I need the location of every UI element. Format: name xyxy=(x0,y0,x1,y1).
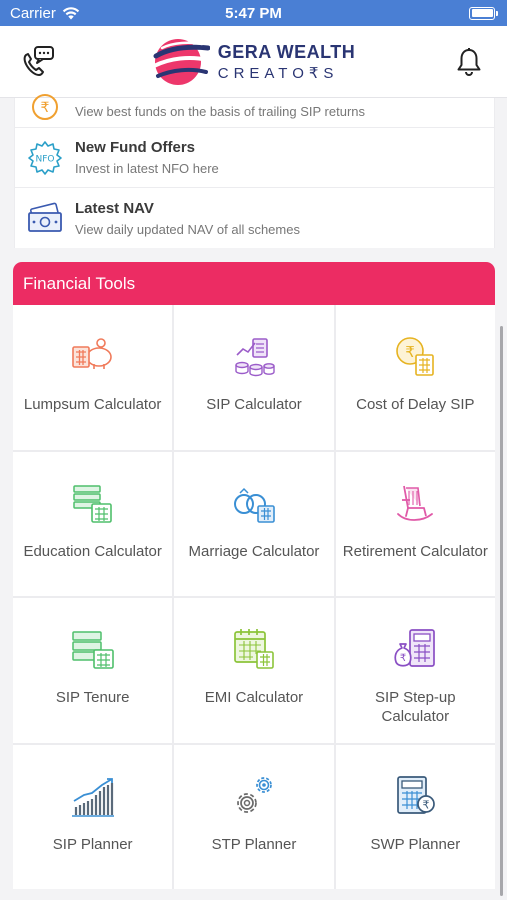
calendar-grid-calculator-icon xyxy=(234,629,274,669)
carrier-label: Carrier xyxy=(10,4,56,22)
list-item-title: New Fund Offers xyxy=(75,139,196,156)
list-item-title: Latest NAV xyxy=(75,199,154,217)
list-item-subtitle: View daily updated NAV of all schemes xyxy=(75,221,300,237)
svg-text:NFO: NFO xyxy=(36,154,55,164)
nfo-badge-icon: NFO xyxy=(28,140,62,175)
tool-label: SIP Calculator xyxy=(206,396,302,413)
rocking-chair-icon xyxy=(397,485,434,521)
tool-label: SIP Tenure xyxy=(55,689,130,706)
money-bag-calculator-icon: ₹ xyxy=(394,629,436,667)
book-calculator-icon xyxy=(72,484,112,523)
piggy-bank-calculator-icon xyxy=(71,338,112,369)
tool-sip-planner[interactable]: SIP Planner xyxy=(13,744,173,889)
svg-text:₹: ₹ xyxy=(423,798,430,811)
list-item-latest-nav[interactable]: Latest NAV View daily updated NAV of all… xyxy=(15,188,494,248)
tool-lumpsum-calculator[interactable]: Lumpsum Calculator xyxy=(13,305,173,450)
tool-retirement-calculator[interactable]: Retirement Calculator xyxy=(335,451,495,596)
calendar-calculator-icon xyxy=(71,631,114,669)
list-item-subtitle: View best funds on the basis of trailing… xyxy=(75,103,366,119)
tool-swp-planner[interactable]: ₹ SWP Planner xyxy=(335,744,495,889)
tool-label: Lumpsum Calculator xyxy=(23,396,162,413)
list-item-new-fund-offers[interactable]: NFO New Fund Offers Invest in latest NFO… xyxy=(15,128,494,188)
tool-label: STP Planner xyxy=(211,835,297,853)
gears-icon xyxy=(237,776,272,813)
calculator-rupee-icon: ₹ xyxy=(397,775,436,814)
list-item-top-funds[interactable]: ₹ View best funds on the basis of traili… xyxy=(15,70,494,128)
tool-label: EMI Calculator xyxy=(204,689,304,706)
tool-sip-step-up-calculator[interactable]: ₹ SIP Step-up Calculator xyxy=(335,598,495,743)
tool-sip-tenure[interactable]: SIP Tenure xyxy=(13,598,173,743)
cash-notes-icon xyxy=(28,202,62,232)
tool-label: Retirement Calculator xyxy=(342,542,488,560)
rupee-coin-icon: ₹ xyxy=(32,93,58,120)
growth-bars-icon xyxy=(71,777,114,817)
tool-label: Education Calculator xyxy=(23,542,162,560)
tool-cost-of-delay-sip[interactable]: ₹ Cost of Delay SIP xyxy=(335,305,495,450)
coins-chart-icon xyxy=(235,338,275,377)
tool-education-calculator[interactable]: Education Calculator xyxy=(13,451,173,596)
tool-label: SIP Planner xyxy=(52,835,133,853)
tool-sip-calculator[interactable]: SIP Calculator xyxy=(174,305,334,450)
status-bar: Carrier 5:47 PM xyxy=(0,0,507,26)
tool-marriage-calculator[interactable]: Marriage Calculator xyxy=(174,451,334,596)
tool-label: Marriage Calculator xyxy=(188,542,320,560)
financial-tools-grid: Lumpsum Calculator SIP Calculator ₹ Cost… xyxy=(13,305,495,889)
battery-icon xyxy=(469,6,498,20)
svg-text:₹: ₹ xyxy=(41,100,50,116)
rupee-clock-calculator-icon: ₹ xyxy=(396,337,435,376)
tool-label: SIP Step-up Calculator xyxy=(375,689,456,725)
financial-tools-header: Financial Tools xyxy=(13,262,495,305)
tool-label: Cost of Delay SIP xyxy=(356,396,475,413)
tool-emi-calculator[interactable]: EMI Calculator xyxy=(174,598,334,743)
svg-text:₹: ₹ xyxy=(400,653,406,664)
brand-name: GERA WEALTH xyxy=(217,41,356,62)
wifi-icon xyxy=(62,6,80,19)
feature-list: ₹ View best funds on the basis of traili… xyxy=(14,93,495,248)
svg-text:₹: ₹ xyxy=(406,343,416,361)
list-item-subtitle: Invest in latest NFO here xyxy=(75,161,219,176)
tool-stp-planner[interactable]: STP Planner xyxy=(174,744,334,889)
tool-label: SWP Planner xyxy=(370,835,461,853)
scrollbar[interactable] xyxy=(500,326,503,896)
rings-calculator-icon xyxy=(233,487,275,523)
